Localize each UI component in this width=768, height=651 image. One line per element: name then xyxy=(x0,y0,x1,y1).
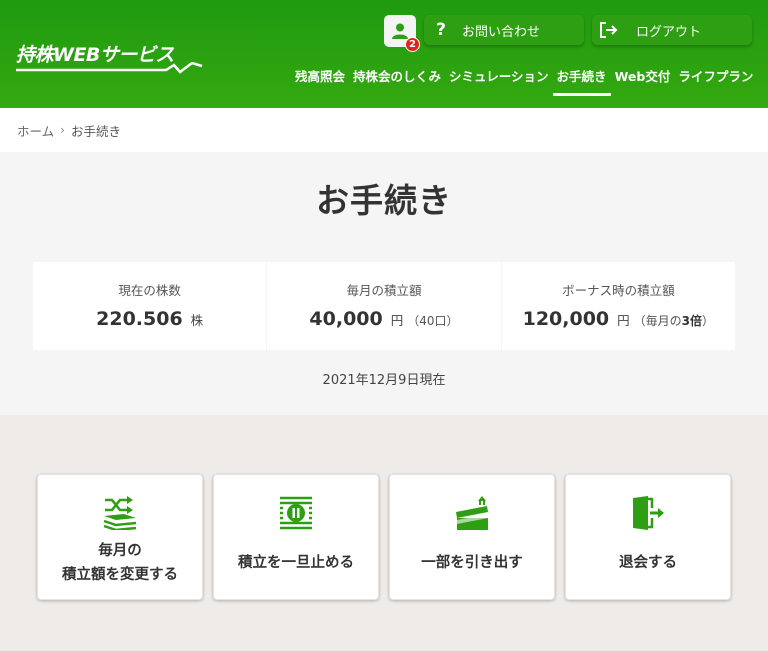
pause-saving-button[interactable]: 積立を一旦止める xyxy=(213,474,379,600)
procedure-actions: 毎月の 積立額を変更する 積立を一旦止める 一部を引き出す 退会する xyxy=(37,474,731,600)
logo-swoosh-icon xyxy=(16,62,203,74)
nav-item-web-delivery[interactable]: Web交付 xyxy=(611,69,675,97)
as-of-date: 2021年12月9日現在 xyxy=(322,373,446,388)
bonus-value: 120,000 xyxy=(522,308,610,330)
monthly-value: 40,000 xyxy=(309,308,383,330)
change-amount-label: 毎月の積立額を変更する xyxy=(62,535,178,599)
contact-button[interactable]: ? お問い合わせ xyxy=(424,15,584,45)
site-logo[interactable]: 持株WEBサービス xyxy=(16,40,203,74)
contact-label: お問い合わせ xyxy=(462,24,541,40)
bonus-caption: ボーナス時の積立額 xyxy=(562,283,675,298)
withdraw-label: 一部を引き出す xyxy=(421,555,523,571)
global-nav: 残高照会 持株会のしくみ シミュレーション お手続き Web交付 ライフプラン xyxy=(291,69,757,97)
leave-association-button[interactable]: 退会する xyxy=(565,474,731,600)
pause-icon xyxy=(278,491,314,535)
page-title: お手続き xyxy=(316,181,452,220)
monthly-unit: 円 xyxy=(390,313,404,328)
nav-item-life-plan[interactable]: ライフプラン xyxy=(674,69,757,97)
monthly-note: （40口） xyxy=(407,314,459,328)
user-icon xyxy=(392,23,408,39)
breadcrumb-home-link[interactable]: ホーム xyxy=(17,121,54,140)
exit-door-icon xyxy=(630,491,666,535)
site-header: 持株WEBサービス 2 ? お問い合わせ ログアウト 残高照会 持株会のしくみ … xyxy=(0,0,768,108)
change-amount-line1: 毎月の xyxy=(98,543,142,559)
nav-item-procedures[interactable]: お手続き xyxy=(552,69,611,97)
logout-label: ログアウト xyxy=(636,24,702,40)
nav-item-simulation[interactable]: シミュレーション xyxy=(445,69,553,97)
breadcrumb: ホーム › お手続き xyxy=(0,108,768,152)
pause-saving-label: 積立を一旦止める xyxy=(238,555,354,571)
monthly-caption: 毎月の積立額 xyxy=(346,283,422,298)
summary-panel: 現在の株数 220.506 株 毎月の積立額 40,000 円 （40口） ボー… xyxy=(33,262,735,350)
summary-monthly: 毎月の積立額 40,000 円 （40口） xyxy=(267,262,501,350)
shares-caption: 現在の株数 xyxy=(118,283,181,298)
summary-bonus: ボーナス時の積立額 120,000 円 （毎月の3倍） xyxy=(501,262,735,350)
summary-shares: 現在の株数 220.506 株 xyxy=(33,262,267,350)
notification-badge: 2 xyxy=(405,37,420,52)
question-icon: ? xyxy=(436,20,446,40)
bonus-note-suffix: ） xyxy=(702,314,715,328)
logout-icon xyxy=(592,22,626,38)
bonus-value-row: 120,000 円 （毎月の3倍） xyxy=(523,308,714,330)
change-amount-button[interactable]: 毎月の積立額を変更する xyxy=(37,474,203,600)
logout-button[interactable]: ログアウト xyxy=(592,15,752,45)
nav-item-mechanism[interactable]: 持株会のしくみ xyxy=(349,69,445,97)
leave-association-label: 退会する xyxy=(619,555,677,571)
chevron-right-icon: › xyxy=(60,123,65,137)
shares-value: 220.506 xyxy=(96,308,183,330)
change-amount-line2: 積立額を変更する xyxy=(62,567,178,583)
withdraw-icon xyxy=(454,491,490,535)
change-amount-icon xyxy=(102,491,138,535)
bonus-note-prefix: （毎月の xyxy=(633,314,682,328)
withdraw-button[interactable]: 一部を引き出す xyxy=(389,474,555,600)
summary-section: お手続き 現在の株数 220.506 株 毎月の積立額 40,000 円 （40… xyxy=(0,152,768,415)
monthly-value-row: 40,000 円 （40口） xyxy=(309,308,458,330)
bonus-note: （毎月の3倍） xyxy=(634,312,714,329)
shares-value-row: 220.506 株 xyxy=(96,308,203,330)
bonus-note-multiplier: 3倍 xyxy=(681,314,703,328)
breadcrumb-current: お手続き xyxy=(70,123,121,139)
bonus-unit: 円 xyxy=(617,313,630,328)
shares-unit: 株 xyxy=(190,313,204,328)
nav-item-balance[interactable]: 残高照会 xyxy=(291,69,349,97)
